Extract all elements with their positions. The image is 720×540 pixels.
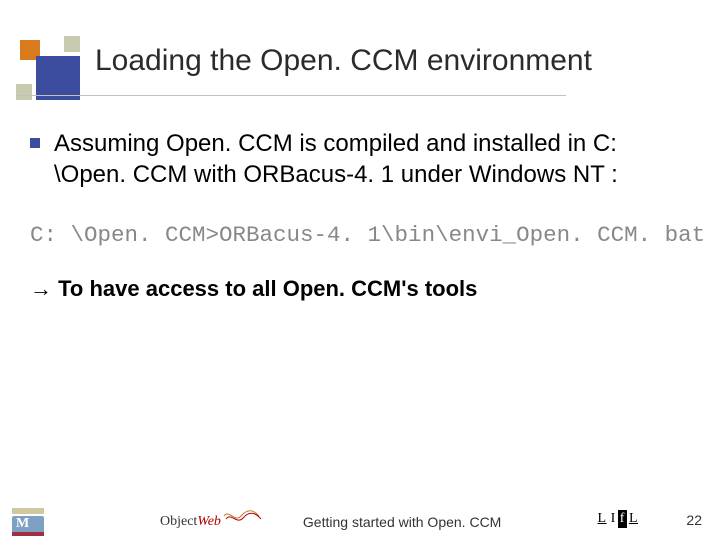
slide-body: Assuming Open. CCM is compiled and insta… [30,128,680,302]
decor-square-olive-ne [64,36,80,52]
objectweb-logo: ObjectWeb [160,507,263,530]
footer-title: Getting started with Open. CCM [303,514,501,530]
lifl-l1: L [596,510,609,528]
slide: Loading the Open. CCM environment Assumi… [0,0,720,540]
arrow-text: To have access to all Open. CCM's tools [58,276,477,301]
footer-center: ObjectWeb Getting started with Open. CCM [160,507,501,530]
bullet-square-icon [30,138,40,148]
slide-title: Loading the Open. CCM environment [95,44,592,78]
objectweb-object: Object [160,514,197,530]
title-underline [16,95,566,96]
decor-square-olive-sw [16,84,32,100]
page-number: 22 [686,512,702,528]
bullet-item: Assuming Open. CCM is compiled and insta… [30,128,680,190]
arrow-icon: → [30,276,52,301]
lifl-logo: L I f L [596,510,640,528]
bullet-text: Assuming Open. CCM is compiled and insta… [54,128,680,190]
lifl-l2: L [627,510,640,528]
m-logo-icon: M [12,508,44,536]
arrow-line: → To have access to all Open. CCM's tool… [30,276,680,302]
footer: M ObjectWeb Getting started with Open. C… [0,492,720,540]
command-line: C: \Open. CCM>ORBacus-4. 1\bin\envi_Open… [30,222,680,248]
objectweb-scribble-icon [223,507,263,525]
objectweb-web: Web [197,514,221,530]
lifl-i: I [609,510,618,528]
footer-logo-left: M [12,508,44,536]
lifl-f: f [618,510,627,528]
decor-square-blue [36,56,80,100]
